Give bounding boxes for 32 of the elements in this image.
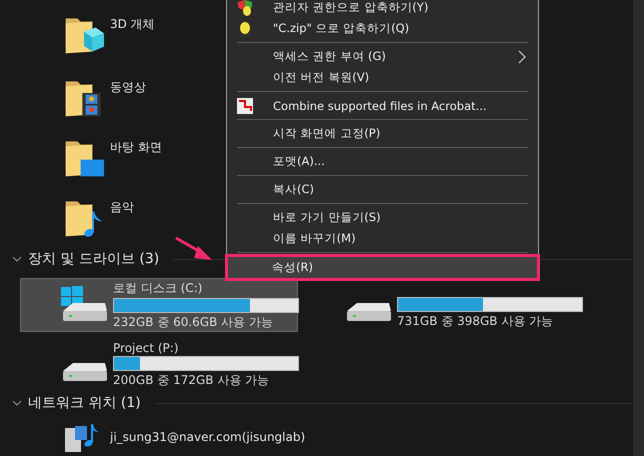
drive-tile[interactable]: 로컬 디스크 (C:) 232GB 중 60.6GB 사용 가능 (20, 278, 298, 332)
drive-tile[interactable]: Project (P:) 200GB 중 172GB 사용 가능 (20, 338, 298, 392)
drive-name: 로컬 디스크 (C:) (113, 280, 204, 296)
menu-item[interactable]: 포맷(A)... (229, 151, 536, 172)
folder-name[interactable]: 동영상 (110, 79, 146, 96)
section-title[interactable]: 장치 및 드라이브 (3) (28, 250, 160, 268)
menu-item[interactable]: 관리자 권한으로 압축하기(Y) (229, 0, 536, 18)
folder-name[interactable]: 바탕 화면 (110, 139, 162, 156)
archive-icon (237, 20, 253, 36)
menu-item[interactable]: Combine supported files in Acrobat... (229, 95, 536, 116)
drive-name: Project (P:) (113, 341, 180, 355)
free-space-text: 232GB 중 60.6GB 사용 가능 (113, 314, 274, 330)
chevron-icon[interactable] (12, 398, 22, 408)
shield-archive-icon (237, 0, 253, 16)
menu-item[interactable]: 이전 버전 복원(V) (229, 67, 536, 88)
menu-item[interactable]: "C.zip" 으로 압축하기(Q) (229, 18, 536, 39)
network-location-name[interactable]: ji_sung31@naver.com(jisunglab) (110, 430, 306, 444)
section-title[interactable]: 네트워크 위치 (1) (28, 394, 141, 412)
menu-item[interactable]: 이름 바꾸기(M) (229, 228, 536, 249)
menu-item[interactable]: 속성(R) (228, 257, 537, 278)
annotation-arrow (174, 236, 214, 262)
folder-name[interactable]: 3D 개체 (110, 16, 155, 33)
menu-item[interactable]: 복사(C) (229, 179, 536, 200)
menu-item[interactable]: 액세스 권한 부여 (G) (229, 46, 536, 67)
free-space-text: 731GB 중 398GB 사용 가능 (397, 312, 554, 330)
pdf-combine-icon (237, 98, 253, 114)
chevron-icon[interactable] (12, 254, 22, 264)
folder-name[interactable]: 음악 (110, 199, 134, 216)
menu-item[interactable]: 바로 가기 만들기(S) (229, 207, 536, 228)
free-space-text: 200GB 중 172GB 사용 가능 (113, 372, 270, 389)
drive-tile[interactable]: 731GB 중 398GB 사용 가능 (304, 278, 582, 332)
menu-item[interactable]: 시작 화면에 고정(P) (229, 123, 536, 144)
